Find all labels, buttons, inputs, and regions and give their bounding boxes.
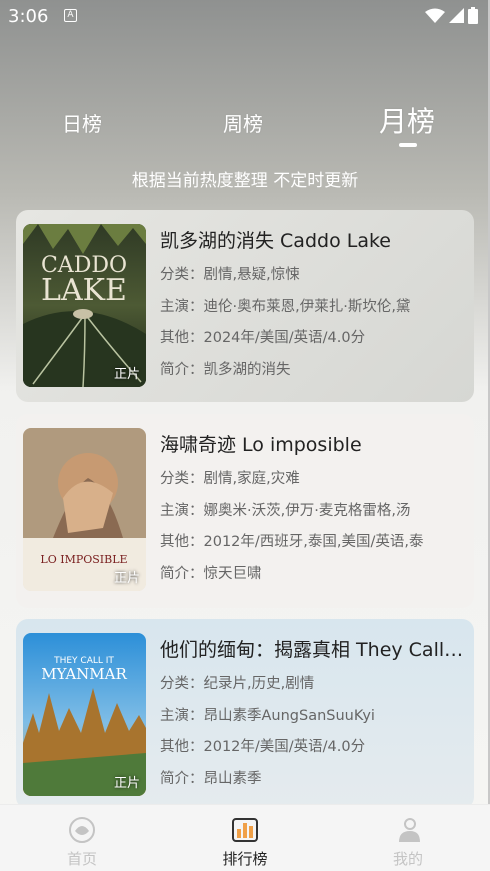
nav-ranking[interactable]: 排行榜 [205, 817, 285, 869]
full-movie-badge: 正片 [113, 367, 140, 382]
movie-card[interactable]: LO IMPOSIBLE 正片 海啸奇迹 Lo imposible 分类：剧情,… [16, 414, 474, 608]
ranking-icon [232, 818, 258, 842]
notification-app-icon: A [64, 9, 77, 22]
nav-home-label: 首页 [66, 850, 97, 868]
ranking-subtitle: 根据当前热度整理 不定时更新 [131, 171, 359, 191]
movie-info: 海啸奇迹 Lo imposible 分类：剧情,家庭,灾难 主演：娜奥米·沃茨,… [160, 430, 465, 586]
active-tab-indicator [399, 143, 417, 147]
battery-icon [468, 7, 478, 24]
movie-genre: 分类：纪录片,历史,剧情 [160, 676, 315, 692]
nav-ranking-label: 排行榜 [222, 850, 268, 868]
movie-poster[interactable]: THEY CALL IT MYANMAR 正片 [23, 633, 146, 796]
movie-poster[interactable]: LO IMPOSIBLE 正片 [23, 428, 146, 591]
movie-card[interactable]: CADDO LAKE 正片 凯多湖的消失 Caddo Lake 分类：剧情,悬疑… [16, 210, 474, 402]
poster-title-line-2: MYANMAR [41, 665, 127, 683]
movie-genre: 分类：剧情,悬疑,惊悚 [160, 267, 300, 283]
movie-genre: 分类：剧情,家庭,灾难 [160, 471, 300, 487]
movie-poster[interactable]: CADDO LAKE 正片 [23, 224, 146, 387]
poster-title: LO IMPOSIBLE [40, 553, 127, 566]
movie-card[interactable]: THEY CALL IT MYANMAR 正片 他们的缅甸：揭露真相 They … [16, 619, 474, 809]
movie-cast: 主演：昂山素季AungSanSuuKyi [160, 707, 375, 724]
movie-summary: 简介：凯多湖的消失 [160, 361, 291, 378]
movie-title[interactable]: 凯多湖的消失 Caddo Lake [160, 226, 465, 256]
signal-icon [449, 7, 464, 23]
tab-monthly[interactable]: 月榜 [379, 100, 435, 140]
ranking-tabs: 日榜 周榜 月榜 [0, 100, 490, 160]
movie-title[interactable]: 他们的缅甸：揭露真相 They Call It Myanmar [160, 635, 465, 665]
tab-daily[interactable]: 日榜 [62, 108, 102, 137]
movie-other: 其他：2024年/美国/英语/4.0分 [160, 330, 366, 346]
wifi-icon [425, 8, 445, 23]
movie-summary: 简介：惊天巨啸 [160, 565, 262, 582]
status-bar: 3:06 A [0, 0, 490, 34]
bottom-navigation: 首页 排行榜 我的 [0, 804, 490, 871]
movie-cast: 主演：迪伦·奥布莱恩,伊莱扎·斯坎伦,黛 [160, 298, 411, 315]
nav-home[interactable]: 首页 [42, 817, 122, 869]
full-movie-badge: 正片 [113, 571, 140, 586]
movie-other: 其他：2012年/西班牙,泰国,美国/英语,泰 [160, 534, 424, 550]
full-movie-badge: 正片 [113, 776, 140, 791]
status-time: 3:06 [8, 6, 49, 27]
movie-title[interactable]: 海啸奇迹 Lo imposible [160, 430, 465, 460]
home-icon [69, 817, 95, 843]
tab-weekly[interactable]: 周榜 [223, 108, 263, 137]
movie-info: 他们的缅甸：揭露真相 They Call It Myanmar 分类：纪录片,历… [160, 635, 465, 791]
poster-title-line-2: LAKE [41, 273, 127, 308]
movie-cast: 主演：娜奥米·沃茨,伊万·麦克格雷格,汤 [160, 502, 411, 519]
movie-info: 凯多湖的消失 Caddo Lake 分类：剧情,悬疑,惊悚 主演：迪伦·奥布莱恩… [160, 226, 465, 382]
nav-mine[interactable]: 我的 [368, 817, 448, 869]
profile-icon [399, 818, 420, 842]
status-icons [425, 7, 478, 24]
movie-summary: 简介：昂山素季 [160, 770, 262, 787]
nav-mine-label: 我的 [392, 850, 423, 868]
movie-other: 其他：2012年/美国/英语/4.0分 [160, 739, 366, 755]
